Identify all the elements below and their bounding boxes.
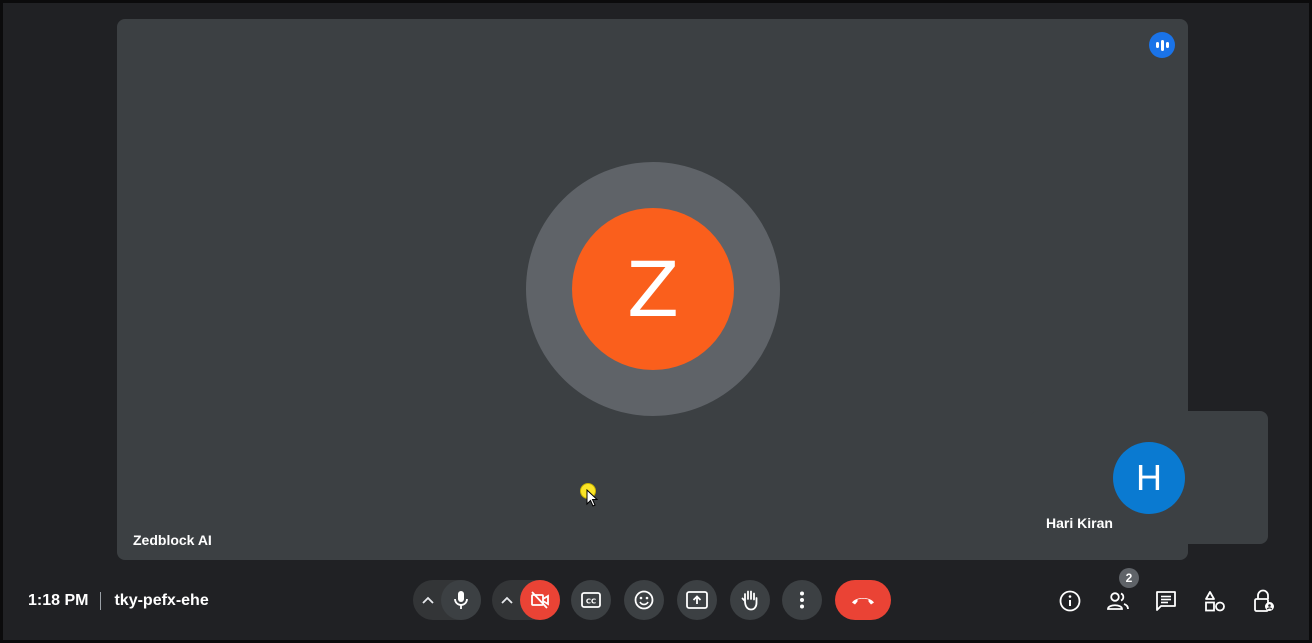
chevron-up-icon	[422, 596, 434, 604]
microphone-icon	[454, 591, 468, 609]
divider	[100, 592, 102, 610]
present-button[interactable]	[677, 580, 717, 620]
self-avatar: H	[1113, 442, 1185, 514]
leave-call-button[interactable]	[835, 580, 891, 620]
more-options-button[interactable]	[782, 580, 822, 620]
more-vert-icon	[800, 591, 804, 609]
camera-control	[492, 580, 560, 620]
meeting-time: 1:18 PM	[28, 592, 89, 609]
control-bar: 1:18 PM tky-pefx-ehe CC 2	[0, 568, 1312, 630]
host-controls-icon	[1254, 589, 1274, 612]
chevron-up-icon	[501, 596, 513, 604]
self-participant-name: Hari Kiran	[1046, 515, 1113, 531]
host-controls-button[interactable]	[1251, 588, 1277, 614]
video-options-button[interactable]	[492, 596, 522, 604]
people-icon	[1107, 592, 1129, 610]
raise-hand-button[interactable]	[730, 580, 770, 620]
chat-icon	[1156, 591, 1176, 611]
captions-button[interactable]: CC	[571, 580, 611, 620]
activities-button[interactable]	[1202, 588, 1228, 614]
emoji-button[interactable]	[624, 580, 664, 620]
raise-hand-icon	[741, 590, 758, 611]
microphone-control	[413, 580, 481, 620]
meeting-info-button[interactable]	[1057, 588, 1083, 614]
participant-name: Zedblock AI	[133, 532, 212, 548]
closed-captions-icon: CC	[581, 592, 601, 608]
people-button[interactable]	[1105, 588, 1131, 614]
main-video-tile[interactable]: Z Zedblock AI	[117, 19, 1188, 560]
chat-button[interactable]	[1153, 588, 1179, 614]
camera-button[interactable]	[520, 580, 560, 620]
participant-avatar: Z	[572, 208, 734, 370]
meeting-details: 1:18 PM tky-pefx-ehe	[28, 592, 209, 610]
audio-level-icon	[1149, 32, 1175, 58]
camera-off-icon	[531, 591, 549, 609]
end-call-icon	[852, 598, 874, 605]
present-screen-icon	[686, 591, 708, 609]
svg-text:CC: CC	[586, 598, 596, 606]
activities-icon	[1205, 591, 1225, 612]
microphone-button[interactable]	[441, 580, 481, 620]
audio-options-button[interactable]	[413, 596, 443, 604]
self-video-tile[interactable]: H Hari Kiran	[1030, 411, 1268, 544]
participant-count-badge: 2	[1119, 568, 1139, 588]
meeting-code: tky-pefx-ehe	[114, 592, 209, 609]
emoji-icon	[634, 590, 654, 610]
info-icon	[1059, 590, 1081, 612]
mouse-cursor-icon	[586, 489, 598, 507]
